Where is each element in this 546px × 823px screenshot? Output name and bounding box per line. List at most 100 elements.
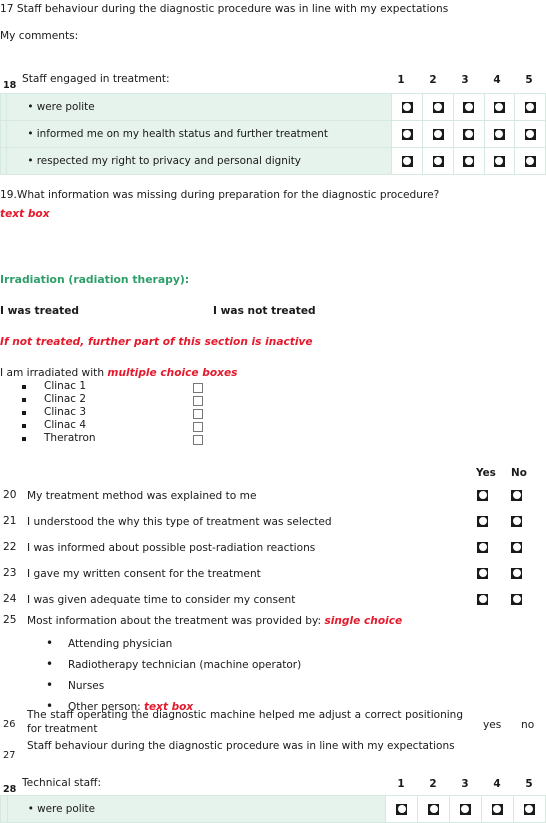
rating-radio-icon[interactable] (401, 155, 413, 167)
question-22-number: 22 (3, 541, 17, 553)
no-radio-icon[interactable] (511, 593, 522, 605)
question-18-rating-table: • were polite • informed me on my health… (0, 93, 546, 175)
rating-radio-icon[interactable] (524, 128, 536, 140)
machine-checkbox-icon[interactable] (193, 396, 203, 406)
q18-cell-0-2[interactable] (422, 93, 454, 121)
list-item[interactable]: Clinac 2 (22, 393, 203, 406)
q18-scale-header-3: 3 (461, 74, 469, 86)
irradiated-with-prefix: I am irradiated with (0, 367, 108, 379)
q24-yes-radio[interactable] (477, 593, 488, 605)
q22-no-radio[interactable] (511, 541, 522, 553)
q18-cell-1-3[interactable] (452, 120, 485, 148)
q18-cell-1-4[interactable] (483, 120, 516, 148)
q18-cell-1-5[interactable] (514, 120, 546, 148)
q21-yes-radio[interactable] (477, 515, 488, 527)
machine-checkbox-icon[interactable] (193, 383, 203, 393)
q18-cell-2-1[interactable] (391, 147, 424, 175)
q23-no-radio[interactable] (511, 567, 522, 579)
q28-cell-0-3[interactable] (449, 795, 482, 823)
q18-row-label-0: • were polite (6, 93, 393, 121)
q18-cell-2-4[interactable] (483, 147, 516, 175)
yes-radio-icon[interactable] (477, 567, 488, 579)
rating-radio-icon[interactable] (463, 101, 475, 113)
question-25-hint: single choice (324, 615, 403, 627)
question-25-text: Most information about the treatment was… (27, 614, 402, 628)
q18-cell-1-1[interactable] (391, 120, 424, 148)
rating-radio-icon[interactable] (523, 803, 535, 815)
q28-cell-0-2[interactable] (417, 795, 450, 823)
q18-cell-0-1[interactable] (391, 93, 424, 121)
question-25-prefix: Most information about the treatment was… (27, 615, 325, 627)
q18-cell-2-2[interactable] (422, 147, 454, 175)
rating-radio-icon[interactable] (491, 803, 503, 815)
machine-checkbox-icon[interactable] (193, 435, 203, 445)
rating-radio-icon[interactable] (432, 155, 444, 167)
yes-radio-icon[interactable] (477, 593, 488, 605)
rating-radio-icon[interactable] (524, 155, 536, 167)
question-18-number: 18 (3, 80, 17, 91)
list-item[interactable]: Radiotherapy technician (machine operato… (46, 654, 301, 676)
q28-row-label-0: • were polite (6, 795, 387, 823)
rating-radio-icon[interactable] (396, 803, 408, 815)
q18-scale-header-1: 1 (397, 74, 405, 86)
q20-yes-radio[interactable] (477, 489, 488, 501)
q18-cell-0-5[interactable] (514, 93, 546, 121)
question-20-text: My treatment method was explained to me (27, 490, 257, 502)
list-item[interactable]: Clinac 4 (22, 419, 203, 432)
rating-radio-icon[interactable] (463, 155, 475, 167)
q28-scale-header-2: 2 (429, 778, 437, 790)
question-23-number: 23 (3, 567, 17, 579)
q18-cell-2-3[interactable] (452, 147, 485, 175)
q18-cell-0-3[interactable] (452, 93, 485, 121)
list-item[interactable]: Clinac 1 (22, 380, 203, 393)
rating-radio-icon[interactable] (524, 101, 536, 113)
list-item[interactable]: Clinac 3 (22, 406, 203, 419)
machine-checkbox-icon[interactable] (193, 422, 203, 432)
machine-checkbox-icon[interactable] (193, 409, 203, 419)
yes-radio-icon[interactable] (477, 541, 488, 553)
yes-radio-icon[interactable] (477, 515, 488, 527)
rating-radio-icon[interactable] (493, 128, 505, 140)
machine-label: Clinac 1 (44, 380, 87, 392)
yes-radio-icon[interactable] (477, 489, 488, 501)
q18-scale-header-5: 5 (525, 74, 533, 86)
list-item[interactable]: Nurses (46, 675, 301, 697)
irradiation-section-heading: Irradiation (radiation therapy): (0, 273, 190, 286)
q22-yes-radio[interactable] (477, 541, 488, 553)
question-19-text: 19.What information was missing during p… (0, 189, 440, 201)
rating-radio-icon[interactable] (428, 803, 439, 815)
questionnaire-page: 17 Staff behaviour during the diagnostic… (0, 0, 546, 823)
q18-cell-1-2[interactable] (422, 120, 454, 148)
q21-no-radio[interactable] (511, 515, 522, 527)
no-radio-icon[interactable] (511, 489, 522, 501)
question-19-hint: text box (0, 208, 50, 220)
question-23-text: I gave my written consent for the treatm… (27, 568, 261, 580)
q18-cell-0-4[interactable] (483, 93, 516, 121)
q28-cell-0-5[interactable] (512, 795, 546, 823)
q23-yes-radio[interactable] (477, 567, 488, 579)
q18-cell-2-5[interactable] (514, 147, 546, 175)
rating-radio-icon[interactable] (401, 101, 413, 113)
q24-no-radio[interactable] (511, 593, 522, 605)
list-item[interactable]: Theratron (22, 432, 203, 445)
question-21-text: I understood the why this type of treatm… (27, 516, 332, 528)
no-radio-icon[interactable] (511, 541, 522, 553)
q18-row-label-2: • respected my right to privacy and pers… (6, 147, 393, 175)
rating-radio-icon[interactable] (401, 128, 413, 140)
question-26-number: 26 (3, 719, 16, 730)
q18-scale-header-2: 2 (429, 74, 437, 86)
q28-cell-0-1[interactable] (385, 795, 419, 823)
no-radio-icon[interactable] (511, 515, 522, 527)
rating-radio-icon[interactable] (493, 155, 505, 167)
question-27-text: Staff behaviour during the diagnostic pr… (27, 740, 455, 752)
rating-radio-icon[interactable] (493, 101, 505, 113)
rating-radio-icon[interactable] (463, 128, 475, 140)
rating-radio-icon[interactable] (459, 803, 471, 815)
list-item[interactable]: Attending physician (46, 633, 301, 655)
rating-radio-icon[interactable] (432, 128, 444, 140)
q28-cell-0-4[interactable] (480, 795, 514, 823)
q20-no-radio[interactable] (511, 489, 522, 501)
question-25-option-list: Attending physician Radiotherapy technic… (46, 633, 301, 718)
rating-radio-icon[interactable] (432, 101, 444, 113)
no-radio-icon[interactable] (511, 567, 522, 579)
